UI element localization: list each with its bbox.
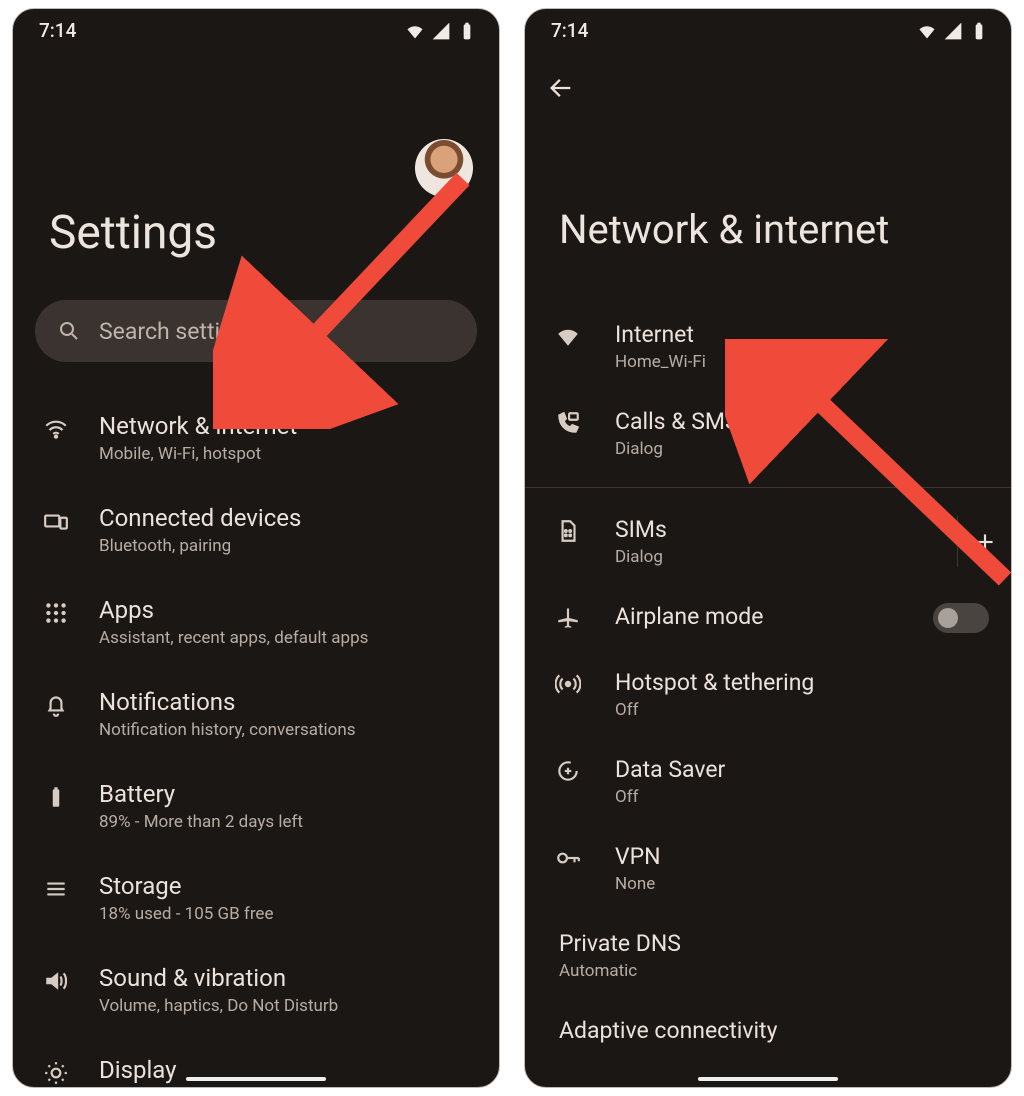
- network-item-hotspot[interactable]: Hotspot & tethering Off: [525, 651, 1011, 738]
- item-title: Adaptive connectivity: [559, 1017, 989, 1044]
- item-subtitle: Notification history, conversations: [99, 720, 473, 740]
- phone-msg-icon: [551, 410, 585, 436]
- page-title: Network & internet: [525, 106, 1011, 253]
- settings-item-notifications[interactable]: Notifications Notification history, conv…: [13, 668, 499, 760]
- data-saver-icon: [551, 758, 585, 784]
- item-title: Notifications: [99, 688, 473, 716]
- arrow-left-icon: [547, 74, 575, 102]
- plus-icon: [972, 529, 998, 555]
- item-subtitle: Mobile, Wi-Fi, hotspot: [99, 444, 473, 464]
- wifi-icon: [39, 416, 73, 442]
- status-bar: 7:14: [525, 9, 1011, 46]
- item-title: Airplane mode: [615, 603, 903, 630]
- item-title: Private DNS: [559, 930, 989, 957]
- vpn-key-icon: [551, 845, 585, 871]
- network-item-internet[interactable]: Internet Home_Wi-Fi: [525, 303, 1011, 390]
- profile-avatar[interactable]: [415, 139, 473, 197]
- search-placeholder: Search settings: [99, 318, 258, 345]
- item-title: SIMs: [615, 516, 927, 543]
- item-title: Storage: [99, 872, 473, 900]
- signal-icon: [943, 21, 963, 41]
- divider: [525, 487, 1011, 488]
- wifi-icon: [405, 21, 425, 41]
- apps-icon: [39, 600, 73, 626]
- item-title: Apps: [99, 596, 473, 624]
- item-subtitle: 18% used - 105 GB free: [99, 904, 473, 924]
- item-subtitle: Dialog: [615, 547, 927, 567]
- sim-icon: [551, 518, 585, 544]
- wifi-filled-icon: [551, 323, 585, 349]
- settings-item-connected-devices[interactable]: Connected devices Bluetooth, pairing: [13, 484, 499, 576]
- item-title: Hotspot & tethering: [615, 669, 989, 696]
- status-icons: [405, 21, 477, 41]
- storage-icon: [39, 876, 73, 902]
- search-icon: [57, 319, 81, 343]
- network-item-calls-sms[interactable]: Calls & SMS Dialog: [525, 390, 1011, 477]
- item-subtitle: Home_Wi-Fi: [615, 352, 989, 372]
- airplane-mode-toggle[interactable]: [933, 603, 989, 633]
- bell-icon: [39, 692, 73, 718]
- network-item-airplane[interactable]: Airplane mode: [525, 585, 1011, 651]
- item-title: Calls & SMS: [615, 408, 989, 435]
- settings-item-battery[interactable]: Battery 89% - More than 2 days left: [13, 760, 499, 852]
- add-sim-button[interactable]: [957, 516, 1011, 567]
- item-title: Battery: [99, 780, 473, 808]
- status-time: 7:14: [551, 19, 588, 42]
- settings-item-apps[interactable]: Apps Assistant, recent apps, default app…: [13, 576, 499, 668]
- status-icons: [917, 21, 989, 41]
- airplane-icon: [551, 605, 585, 631]
- wifi-icon: [917, 21, 937, 41]
- signal-icon: [431, 21, 451, 41]
- item-subtitle: None: [615, 874, 989, 894]
- battery-icon: [969, 21, 989, 41]
- devices-icon: [39, 508, 73, 534]
- phone-screen-network: 7:14 Network & internet Internet Home_Wi…: [524, 8, 1012, 1088]
- item-subtitle: Off: [615, 787, 989, 807]
- item-title: Network & internet: [99, 412, 473, 440]
- item-subtitle: Off: [615, 700, 989, 720]
- status-time: 7:14: [39, 19, 76, 42]
- network-item-data-saver[interactable]: Data Saver Off: [525, 738, 1011, 825]
- settings-item-storage[interactable]: Storage 18% used - 105 GB free: [13, 852, 499, 944]
- item-title: Data Saver: [615, 756, 989, 783]
- item-title: Sound & vibration: [99, 964, 473, 992]
- back-button[interactable]: [525, 46, 1011, 106]
- item-title: Internet: [615, 321, 989, 348]
- battery-icon: [39, 784, 73, 810]
- status-bar: 7:14: [13, 9, 499, 46]
- item-subtitle: 89% - More than 2 days left: [99, 812, 473, 832]
- network-list: Internet Home_Wi-Fi Calls & SMS Dialog S…: [525, 253, 1011, 1062]
- battery-icon: [457, 21, 477, 41]
- item-title: VPN: [615, 843, 989, 870]
- network-item-sims[interactable]: SIMs Dialog: [525, 498, 1011, 585]
- settings-list: Network & internet Mobile, Wi-Fi, hotspo…: [13, 370, 499, 1084]
- hotspot-icon: [551, 671, 585, 697]
- settings-item-sound[interactable]: Sound & vibration Volume, haptics, Do No…: [13, 944, 499, 1036]
- gesture-nav-handle[interactable]: [698, 1077, 838, 1081]
- volume-icon: [39, 968, 73, 994]
- item-subtitle: Assistant, recent apps, default apps: [99, 628, 473, 648]
- network-item-vpn[interactable]: VPN None: [525, 825, 1011, 912]
- item-title: Connected devices: [99, 504, 473, 532]
- phone-screen-settings: 7:14 Settings Search settings Network & …: [12, 8, 500, 1088]
- item-subtitle: Automatic: [559, 961, 989, 981]
- item-subtitle: Volume, haptics, Do Not Disturb: [99, 996, 473, 1016]
- settings-item-network[interactable]: Network & internet Mobile, Wi-Fi, hotspo…: [13, 392, 499, 484]
- gesture-nav-handle[interactable]: [186, 1077, 326, 1081]
- brightness-icon: [39, 1060, 73, 1084]
- network-item-adaptive-connectivity[interactable]: Adaptive connectivity: [525, 999, 1011, 1062]
- item-subtitle: Bluetooth, pairing: [99, 536, 473, 556]
- settings-search[interactable]: Search settings: [35, 300, 477, 362]
- network-item-private-dns[interactable]: Private DNS Automatic: [525, 912, 1011, 999]
- item-subtitle: Dialog: [615, 439, 989, 459]
